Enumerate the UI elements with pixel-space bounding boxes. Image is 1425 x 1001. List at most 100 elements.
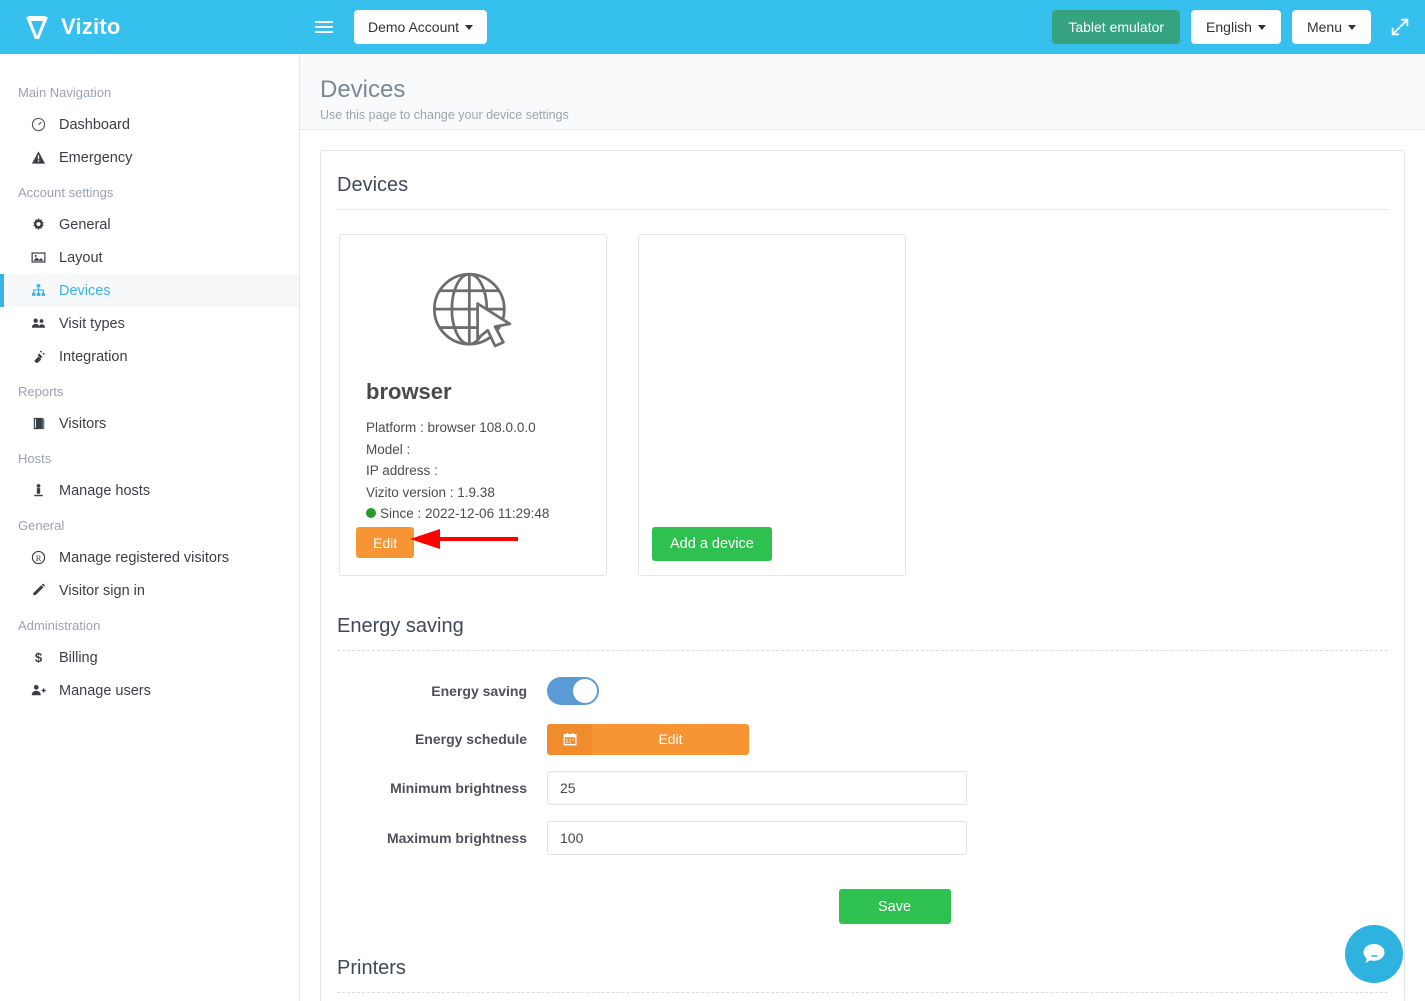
device-since: Since : 2022-12-06 11:29:48	[380, 506, 550, 521]
sidebar-item-visit-types[interactable]: Visit types	[0, 307, 299, 340]
minimum-brightness-input[interactable]	[547, 771, 967, 805]
sitemap-icon	[30, 282, 47, 299]
sidebar-group-header: Reports	[18, 384, 64, 399]
energy-schedule-row: Energy schedule Edit	[337, 723, 1388, 755]
energy-schedule-edit-label: Edit	[592, 723, 749, 755]
brand-logo-area[interactable]: Vizito	[0, 0, 300, 54]
sidebar-item-billing[interactable]: $ Billing	[0, 641, 299, 674]
page-title: Devices	[320, 76, 406, 103]
sidebar-item-label: Emergency	[59, 149, 133, 166]
sidebar-item-label: Visitors	[59, 415, 107, 432]
printers-section-title: Printers	[337, 954, 1388, 993]
sidebar-item-label: General	[59, 216, 111, 233]
tablet-emulator-button[interactable]: Tablet emulator	[1052, 10, 1181, 44]
image-icon	[30, 249, 47, 266]
energy-saving-toggle-row: Energy saving	[337, 675, 1388, 707]
sidebar-item-label: Layout	[59, 249, 103, 266]
sidebar-item-manage-registered-visitors[interactable]: R Manage registered visitors	[0, 541, 299, 574]
sidebar-item-devices[interactable]: Devices	[0, 274, 299, 307]
energy-saving-label: Energy saving	[431, 683, 527, 699]
sidebar-item-layout[interactable]: Layout	[0, 241, 299, 274]
book-icon	[30, 415, 47, 432]
gear-icon	[30, 216, 47, 233]
sidebar-item-manage-users[interactable]: Manage users	[0, 674, 299, 707]
chevron-down-icon	[1257, 24, 1266, 30]
minimum-brightness-row: Minimum brightness	[337, 771, 1388, 805]
device-name: browser	[366, 379, 452, 404]
sidebar-item-visitors[interactable]: Visitors	[0, 407, 299, 440]
maximum-brightness-label: Maximum brightness	[386, 830, 527, 846]
sidebar-item-label: Dashboard	[59, 116, 130, 133]
language-dropdown-button[interactable]: English	[1191, 10, 1281, 44]
chat-widget-button[interactable]	[1345, 925, 1403, 983]
account-dropdown-button[interactable]: Demo Account	[354, 10, 488, 44]
dashboard-gauge-icon	[30, 116, 47, 133]
status-online-dot-icon	[366, 508, 376, 518]
user-plus-icon	[30, 682, 47, 699]
printers-section: Printers	[337, 954, 1388, 1001]
plug-icon	[30, 348, 47, 365]
brand-name: Vizito	[61, 14, 121, 39]
sidebar-item-integration[interactable]: Integration	[0, 340, 299, 373]
add-a-device-button[interactable]: Add a device	[652, 527, 772, 561]
device-platform: Platform : browser 108.0.0.0	[366, 420, 536, 435]
main-content: Devices Use this page to change your dev…	[300, 54, 1425, 1001]
topbar-right-actions: Tablet emulator English Menu	[1052, 10, 1425, 44]
sidebar-item-label: Integration	[59, 348, 128, 365]
chat-bubble-icon	[1363, 944, 1385, 963]
devices-panel: Devices browser Platform : browser 108.0…	[320, 150, 1405, 1001]
energy-saving-title: Energy saving	[337, 612, 1388, 651]
energy-saving-section: Energy saving Energy saving Energy sched…	[337, 612, 1388, 924]
registered-icon: R	[30, 549, 47, 566]
sidebar-item-emergency[interactable]: Emergency	[0, 141, 299, 174]
sidebar-item-general[interactable]: General	[0, 208, 299, 241]
svg-text:R: R	[36, 553, 42, 563]
sidebar-item-label: Billing	[59, 649, 98, 666]
sidebar-item-visitor-sign-in[interactable]: Visitor sign in	[0, 574, 299, 607]
warning-triangle-icon	[30, 149, 47, 166]
host-person-icon	[30, 482, 47, 499]
calendar-icon	[547, 723, 592, 755]
users-icon	[30, 315, 47, 332]
device-version: Vizito version : 1.9.38	[366, 484, 495, 500]
sidebar-group-header: Account settings	[18, 185, 114, 200]
energy-saving-toggle[interactable]	[547, 677, 599, 705]
minimum-brightness-label: Minimum brightness	[390, 780, 527, 796]
hamburger-icon[interactable]	[315, 21, 333, 33]
add-device-card: Add a device	[638, 234, 906, 576]
expand-arrows-icon[interactable]	[1389, 16, 1411, 38]
sidebar-item-label: Manage registered visitors	[59, 549, 230, 566]
device-ip-address: IP address :	[366, 463, 438, 478]
menu-label: Menu	[1306, 19, 1342, 35]
maximum-brightness-input[interactable]	[547, 821, 967, 855]
toggle-knob	[573, 679, 597, 703]
energy-schedule-edit-button[interactable]: Edit	[547, 723, 749, 755]
sidebar-group-header: Administration	[18, 618, 101, 633]
sidebar-item-label: Manage hosts	[59, 482, 151, 499]
sidebar-group-header: General	[18, 518, 65, 533]
chevron-down-icon	[465, 24, 474, 30]
sidebar-item-label: Visitor sign in	[59, 582, 145, 599]
vizito-logo-icon	[26, 16, 48, 39]
chevron-down-icon	[1348, 24, 1356, 30]
language-label: English	[1206, 19, 1252, 35]
page-subtitle: Use this page to change your device sett…	[320, 108, 569, 122]
dollar-icon: $	[30, 649, 47, 666]
page-header: Devices Use this page to change your dev…	[300, 54, 1425, 130]
top-navigation-bar: Vizito Demo Account Tablet emulator Engl…	[0, 0, 1425, 54]
menu-dropdown-button[interactable]: Menu	[1291, 10, 1371, 44]
device-cards-container: browser Platform : browser 108.0.0.0 Mod…	[337, 234, 1388, 576]
sidebar-group-header: Hosts	[18, 451, 52, 466]
sidebar-item-label: Devices	[59, 282, 111, 299]
sidebar-group-header: Main Navigation	[18, 85, 112, 100]
sidebar-item-manage-hosts[interactable]: Manage hosts	[0, 474, 299, 507]
energy-schedule-label: Energy schedule	[414, 731, 527, 747]
save-button-row: Save	[337, 889, 1388, 924]
pencil-icon	[30, 582, 47, 599]
sidebar-item-label: Manage users	[59, 682, 151, 699]
svg-text:$: $	[35, 650, 43, 665]
save-button[interactable]: Save	[838, 889, 951, 924]
sidebar-item-dashboard[interactable]: Dashboard	[0, 108, 299, 141]
account-dropdown-label: Demo Account	[368, 19, 460, 35]
edit-device-button[interactable]: Edit	[356, 527, 415, 558]
